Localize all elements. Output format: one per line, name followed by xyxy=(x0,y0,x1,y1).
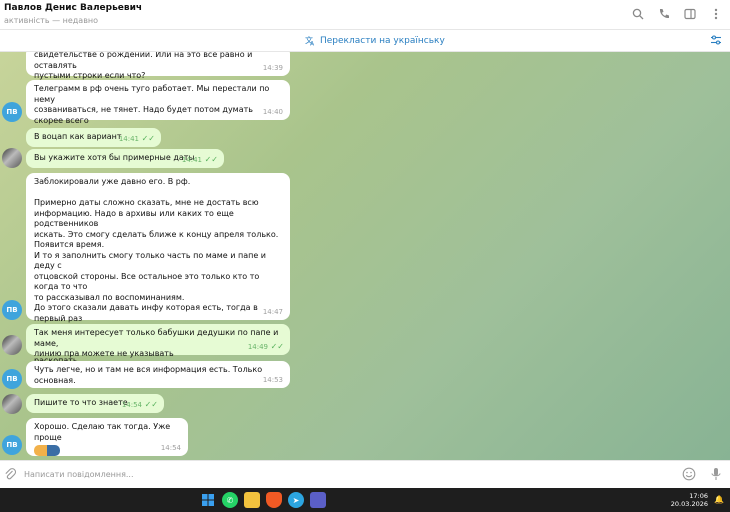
avatar[interactable]: ПВ xyxy=(2,102,22,122)
system-clock[interactable]: 17:06 20.03.2026 xyxy=(671,492,708,508)
chat-status: активність — недавно xyxy=(4,16,99,25)
clock-date: 20.03.2026 xyxy=(670,500,708,508)
notification-icon[interactable]: 🔔 xyxy=(714,495,724,504)
message-time: 14:54 xyxy=(160,443,181,452)
message-text: Хорошо. Сделаю так тогда. Уже проще xyxy=(34,422,171,442)
translate-label: Перекласти на українську xyxy=(320,35,445,46)
read-checkmark-icon: ✓✓ xyxy=(144,399,158,409)
read-checkmark-icon: ✓✓ xyxy=(270,341,284,351)
message-incoming[interactable]: Телеграмм в рф очень туго работает. Мы п… xyxy=(26,80,290,135)
emoji-icon[interactable] xyxy=(682,467,696,483)
clock-time: 17:06 xyxy=(689,492,708,500)
reaction-stickers[interactable] xyxy=(34,445,60,456)
chat-header: Павлов Денис Валерьевич активність — нед… xyxy=(0,0,730,30)
translate-icon: 文A xyxy=(305,35,315,47)
avatar[interactable] xyxy=(2,335,22,355)
message-incoming[interactable]: Чуть легче, но и там не вся информация е… xyxy=(26,361,290,388)
teams-icon[interactable] xyxy=(310,492,326,508)
svg-text:A: A xyxy=(310,41,315,47)
message-time: 14:41 xyxy=(118,134,139,143)
avatar[interactable]: ПВ xyxy=(2,369,22,389)
message-time: 14:39 xyxy=(262,63,283,72)
message-time: 14:49 xyxy=(247,342,268,351)
chat-title[interactable]: Павлов Денис Валерьевич xyxy=(4,3,142,13)
message-time: 14:53 xyxy=(262,375,283,384)
whatsapp-icon[interactable]: ✆ xyxy=(222,492,238,508)
message-text: Чуть легче, но и там не вся информация е… xyxy=(34,365,263,385)
read-checkmark-icon: ✓✓ xyxy=(204,154,218,164)
message-time: 14:41 xyxy=(181,155,202,164)
message-incoming[interactable]: свидетельстве о рождении. Или на это все… xyxy=(26,52,290,80)
windows-start-icon[interactable] xyxy=(200,492,216,508)
message-composer: Написати повідомлення... xyxy=(0,460,730,488)
message-input[interactable]: Написати повідомлення... xyxy=(24,470,134,479)
header-actions xyxy=(630,6,724,22)
file-explorer-icon[interactable] xyxy=(244,492,260,508)
telegram-icon[interactable]: ➤ xyxy=(288,492,304,508)
avatar[interactable]: ПВ xyxy=(2,300,22,320)
microphone-icon[interactable] xyxy=(710,467,722,483)
translate-bar: 文A Перекласти на українську xyxy=(0,30,730,52)
more-options-icon[interactable] xyxy=(708,6,724,22)
message-time: 14:54 xyxy=(121,400,142,409)
read-checkmark-icon: ✓✓ xyxy=(141,133,155,143)
message-incoming[interactable]: Заблокировали уже давно его. В рф. Приме… xyxy=(26,173,290,365)
message-text: Так меня интересует только бабушки дедуш… xyxy=(34,328,279,358)
message-outgoing[interactable]: Пишите то что знаете 14:54 ✓✓ xyxy=(26,394,164,413)
search-icon[interactable] xyxy=(630,6,646,22)
message-time: 14:47 xyxy=(262,307,283,316)
sidebar-toggle-icon[interactable] xyxy=(682,6,698,22)
message-outgoing[interactable]: Вы укажите хотя бы примерные даты 14:41 … xyxy=(26,149,224,168)
avatar[interactable] xyxy=(2,148,22,168)
translate-settings-icon[interactable] xyxy=(710,34,722,48)
os-taskbar: ✆ ➤ 17:06 20.03.2026 🔔 xyxy=(0,488,730,512)
chat-history[interactable]: свидетельстве о рождении. Или на это все… xyxy=(0,52,730,460)
message-outgoing[interactable]: В воцап как вариант 14:41 ✓✓ xyxy=(26,128,161,147)
taskbar-apps: ✆ ➤ xyxy=(200,492,326,508)
brave-browser-icon[interactable] xyxy=(266,492,282,508)
avatar[interactable] xyxy=(2,394,22,414)
message-outgoing[interactable]: Так меня интересует только бабушки дедуш… xyxy=(26,324,290,358)
attach-icon[interactable] xyxy=(4,467,17,483)
message-incoming[interactable]: Хорошо. Сделаю так тогда. Уже проще 14:5… xyxy=(26,418,188,456)
message-text: свидетельстве о рождении. Или на это все… xyxy=(34,52,253,80)
message-time: 14:40 xyxy=(262,107,283,116)
avatar[interactable]: ПВ xyxy=(2,435,22,455)
phone-icon[interactable] xyxy=(656,6,672,22)
translate-button[interactable]: 文A Перекласти на українську xyxy=(305,35,445,46)
